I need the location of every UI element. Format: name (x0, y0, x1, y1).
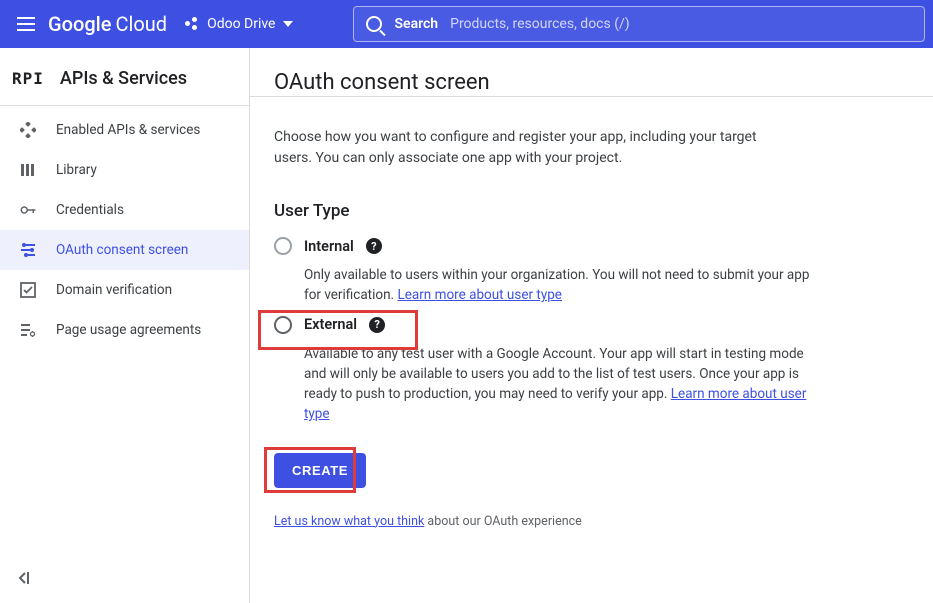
project-icon (185, 17, 199, 31)
sidebar-item-label: Credentials (56, 202, 124, 218)
project-name: Odoo Drive (207, 16, 275, 32)
sidebar-item-oauth-consent[interactable]: OAuth consent screen (0, 230, 249, 270)
sidebar-item-label: Enabled APIs & services (56, 122, 200, 138)
learn-more-internal-link[interactable]: Learn more about user type (397, 287, 562, 303)
option-internal-desc: Only available to users within your orga… (304, 265, 824, 306)
key-icon (18, 200, 38, 220)
library-icon (18, 160, 38, 180)
search-bar[interactable]: Search Products, resources, docs (/) (353, 6, 925, 42)
search-placeholder: Products, resources, docs (/) (450, 16, 630, 32)
sidebar-item-credentials[interactable]: Credentials (0, 190, 249, 230)
hamburger-menu-icon[interactable] (14, 12, 38, 36)
list-gear-icon (18, 320, 38, 340)
option-internal: Internal ? (274, 237, 909, 255)
sidebar-divider (0, 105, 249, 106)
sidebar-item-enabled-apis[interactable]: Enabled APIs & services (0, 110, 249, 150)
feedback-link[interactable]: Let us know what you think (274, 514, 424, 529)
search-label: Search (394, 16, 438, 32)
sidebar-item-label: Domain verification (56, 282, 172, 298)
top-bar: Google Cloud Odoo Drive Search Products,… (0, 0, 933, 48)
sidebar-item-domain-verification[interactable]: Domain verification (0, 270, 249, 310)
brand-logo[interactable]: Google Cloud (48, 12, 167, 36)
sidebar-item-library[interactable]: Library (0, 150, 249, 190)
sidebar-item-label: Library (56, 162, 97, 178)
apis-icon: RPI (12, 69, 44, 88)
sidebar-item-label: OAuth consent screen (56, 242, 188, 258)
option-external-desc: Available to any test user with a Google… (304, 344, 824, 425)
intro-text: Choose how you want to configure and reg… (274, 127, 794, 169)
radio-external[interactable] (274, 316, 292, 334)
title-divider (250, 96, 933, 97)
option-external-label: External (304, 316, 357, 333)
create-button[interactable]: Create (274, 453, 366, 488)
sidebar-header[interactable]: RPI APIs & Services (0, 60, 249, 105)
collapse-sidebar-icon[interactable] (14, 569, 34, 589)
page-title: OAuth consent screen (274, 70, 909, 95)
project-selector[interactable]: Odoo Drive (185, 16, 293, 32)
option-external: External ? (274, 316, 909, 334)
search-icon (366, 16, 382, 32)
sidebar-item-page-usage-agreements[interactable]: Page usage agreements (0, 310, 249, 350)
check-box-icon (18, 280, 38, 300)
help-icon[interactable]: ? (366, 238, 382, 254)
option-internal-label: Internal (304, 238, 354, 255)
diamond-icon (18, 120, 38, 140)
feedback-line: Let us know what you think about our OAu… (274, 514, 909, 529)
chevron-down-icon (283, 21, 293, 27)
tune-icon (18, 240, 38, 260)
radio-internal[interactable] (274, 237, 292, 255)
help-icon[interactable]: ? (369, 317, 385, 333)
sidebar: RPI APIs & Services Enabled APIs & servi… (0, 48, 250, 603)
sidebar-item-label: Page usage agreements (56, 322, 201, 338)
main-content: OAuth consent screen Choose how you want… (250, 48, 933, 603)
sidebar-header-label: APIs & Services (60, 68, 187, 89)
user-type-heading: User Type (274, 201, 909, 221)
